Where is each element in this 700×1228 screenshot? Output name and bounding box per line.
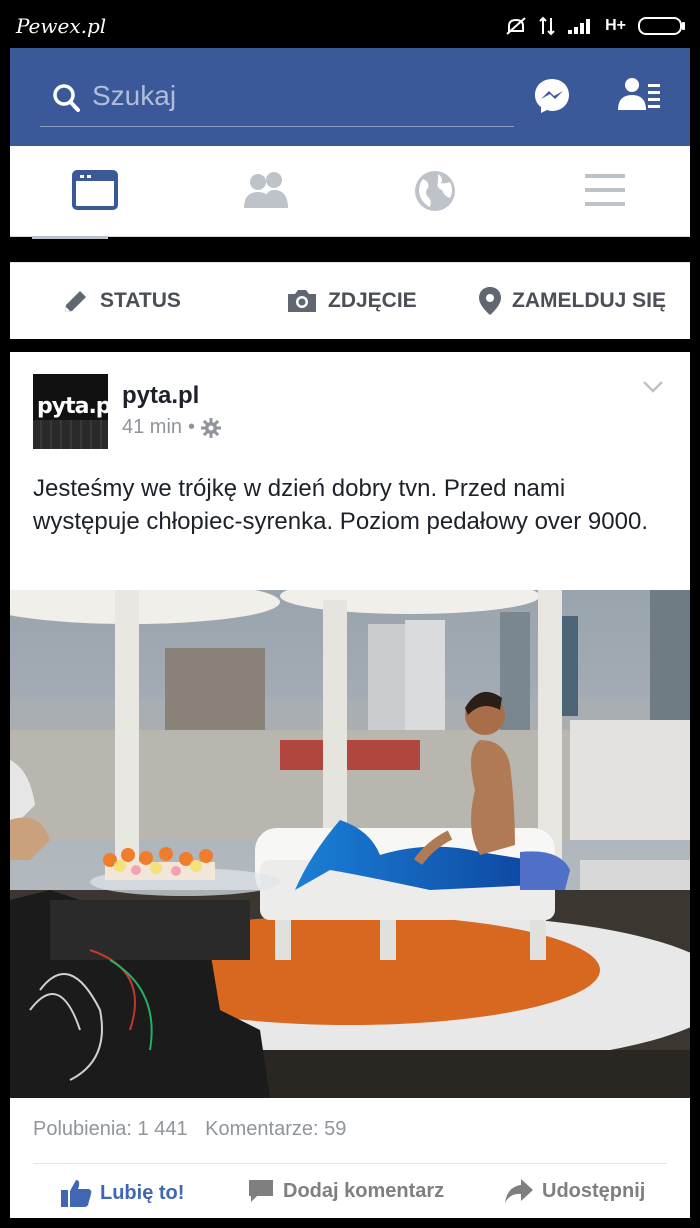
check-in-label: ZAMELDUJ SIĘ <box>512 289 667 312</box>
friends-icon[interactable] <box>242 170 290 210</box>
comments-count[interactable]: Komentarze: 59 <box>205 1118 346 1140</box>
gear-icon <box>201 417 222 438</box>
post-time: 41 min <box>122 416 183 438</box>
comment-label: Dodaj komentarz <box>283 1179 445 1202</box>
photo-button[interactable]: ZDJĘCIE <box>286 263 417 339</box>
search-input[interactable]: Szukaj <box>40 74 514 127</box>
status-icons: H+ <box>505 16 685 36</box>
battery-icon <box>638 17 685 35</box>
page-name[interactable]: pyta.pl <box>122 382 199 410</box>
status-label: STATUS <box>100 289 181 312</box>
composer-bar: STATUS ZDJĘCIE ZAMELDUJ SIĘ <box>10 262 690 339</box>
friend-requests-icon[interactable] <box>618 76 662 112</box>
chevron-down-icon[interactable] <box>642 380 664 394</box>
data-transfer-icon <box>539 16 555 36</box>
network-type: H+ <box>605 17 626 34</box>
comment-button[interactable]: Dodaj komentarz <box>247 1178 444 1204</box>
nav-tabs <box>10 146 690 237</box>
messenger-icon[interactable] <box>532 76 572 116</box>
location-pin-icon <box>479 287 501 315</box>
feed-post: pyta.pl pyta.pl 41 min • Jesteśmy we tró… <box>10 352 690 1218</box>
post-photo[interactable] <box>10 590 690 1098</box>
like-label: Lubię to! <box>100 1181 185 1204</box>
status-bar: Pewex.pl H+ <box>0 0 700 48</box>
share-button[interactable]: Udostępnij <box>504 1178 645 1204</box>
menu-icon[interactable] <box>584 170 626 210</box>
post-meta: 41 min • <box>122 416 222 439</box>
post-text: Jesteśmy we trójkę w dzień dobry tvn. Pr… <box>33 475 648 535</box>
avatar-logo-text: pyta.pl <box>37 394 108 419</box>
search-icon <box>53 84 80 112</box>
post-stats: Polubienia: 1 441 Komentarze: 59 <box>33 1118 358 1141</box>
meta-separator: • <box>188 416 196 438</box>
comment-icon <box>249 1180 273 1202</box>
likes-count[interactable]: Polubienia: 1 441 <box>33 1118 188 1140</box>
divider <box>33 1163 667 1164</box>
camera-icon <box>288 290 316 312</box>
check-in-button[interactable]: ZAMELDUJ SIĘ <box>478 263 666 339</box>
mute-icon <box>506 17 526 35</box>
share-label: Udostępnij <box>542 1179 646 1202</box>
news-feed-icon[interactable] <box>72 170 118 210</box>
notifications-globe-icon[interactable] <box>414 170 456 212</box>
like-button[interactable]: Lubię to! <box>60 1178 184 1208</box>
app-header: Szukaj <box>10 48 690 146</box>
pencil-icon <box>65 291 86 312</box>
watermark: Pewex.pl <box>16 14 107 38</box>
avatar[interactable]: pyta.pl <box>33 374 108 449</box>
thumbs-up-icon <box>61 1180 92 1207</box>
share-icon <box>505 1179 533 1203</box>
signal-icon <box>568 19 591 34</box>
status-button[interactable]: STATUS <box>62 263 181 339</box>
scroll-stub <box>32 236 108 239</box>
search-placeholder: Szukaj <box>92 80 177 111</box>
photo-label: ZDJĘCIE <box>328 289 417 312</box>
